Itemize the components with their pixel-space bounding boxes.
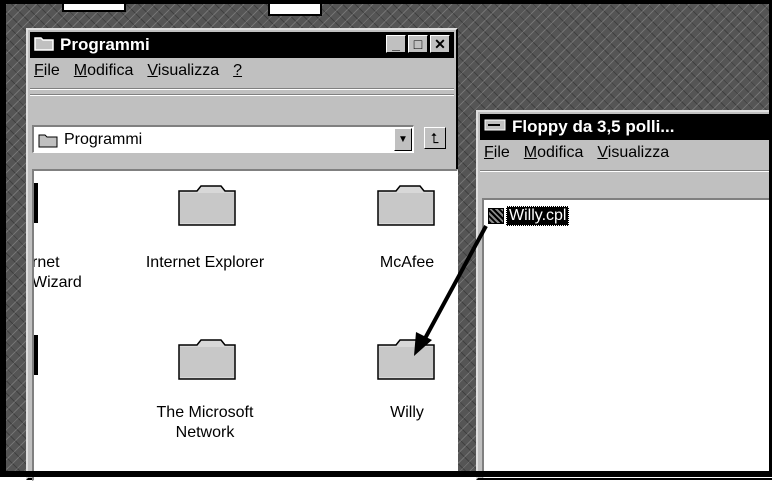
- image-border: [0, 0, 772, 477]
